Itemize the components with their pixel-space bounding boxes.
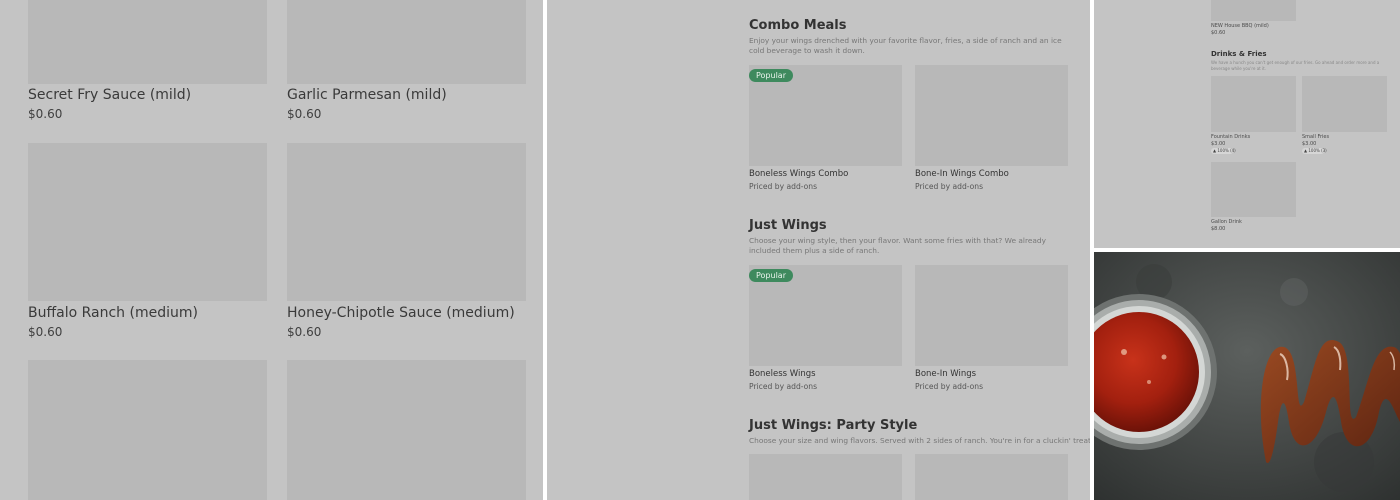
item-title[interactable]: Buffalo Ranch (medium) bbox=[28, 305, 198, 321]
sauce-photo-image bbox=[1094, 252, 1400, 500]
drinks-menu-panel: NEW House BBQ (mild) $0.60 Drinks & Frie… bbox=[1094, 0, 1400, 248]
item-title[interactable]: Gallon Drink bbox=[1211, 219, 1242, 225]
item-subtitle: Priced by add-ons bbox=[749, 182, 818, 191]
item-image[interactable] bbox=[28, 0, 267, 84]
item-price: $0.60 bbox=[1211, 30, 1226, 36]
item-image[interactable] bbox=[1211, 76, 1296, 132]
item-title[interactable]: NEW House BBQ (mild) bbox=[1211, 23, 1269, 29]
item-title[interactable]: Honey-Chipotle Sauce (medium) bbox=[287, 305, 515, 321]
item-image[interactable] bbox=[915, 265, 1068, 366]
item-title[interactable]: Boneless Wings bbox=[749, 369, 816, 379]
section-title: Just Wings bbox=[749, 218, 827, 233]
item-title[interactable]: Garlic Parmesan (mild) bbox=[287, 87, 447, 103]
item-title[interactable]: Fountain Drinks bbox=[1211, 134, 1250, 140]
thumbs-up-icon: ▲ bbox=[1213, 148, 1217, 153]
item-price: $0.60 bbox=[287, 325, 322, 339]
rating-badge: ▲ 100% (4) bbox=[1211, 148, 1236, 154]
item-price: $8.00 bbox=[1211, 226, 1226, 232]
item-title[interactable]: Boneless Wings Combo bbox=[749, 169, 848, 179]
section-title: Just Wings: Party Style bbox=[749, 418, 918, 433]
item-image[interactable] bbox=[1211, 162, 1296, 217]
item-image[interactable] bbox=[28, 360, 267, 500]
section-description: Enjoy your wings drenched with your favo… bbox=[749, 36, 1062, 55]
item-image[interactable] bbox=[287, 0, 526, 84]
item-image[interactable] bbox=[915, 65, 1068, 166]
item-price: $3.00 bbox=[1302, 141, 1317, 147]
sauce-menu-panel: Secret Fry Sauce (mild) $0.60 Garlic Par… bbox=[0, 0, 543, 500]
popular-badge: Popular bbox=[749, 269, 793, 282]
item-image[interactable] bbox=[915, 454, 1068, 500]
section-title: Drinks & Fries bbox=[1211, 50, 1267, 58]
thumbs-up-icon: ▲ bbox=[1304, 148, 1308, 153]
item-price: $0.60 bbox=[28, 325, 63, 339]
item-price: $0.60 bbox=[28, 107, 63, 121]
section-title: Combo Meals bbox=[749, 18, 847, 33]
section-description: We have a hunch you can't get enough of … bbox=[1211, 60, 1380, 71]
item-title[interactable]: Secret Fry Sauce (mild) bbox=[28, 87, 191, 103]
item-image[interactable] bbox=[28, 143, 267, 301]
item-image[interactable] bbox=[749, 454, 902, 500]
item-price: $0.60 bbox=[287, 107, 322, 121]
item-subtitle: Priced by add-ons bbox=[915, 382, 984, 391]
item-image[interactable] bbox=[287, 143, 526, 301]
section-description: Choose your size and wing flavors. Serve… bbox=[749, 436, 1090, 445]
item-subtitle: Priced by add-ons bbox=[749, 382, 818, 391]
section-description: Choose your wing style, then your flavor… bbox=[749, 236, 1046, 255]
item-title[interactable]: Bone-In Wings Combo bbox=[915, 169, 1009, 179]
item-title[interactable]: Small Fries bbox=[1302, 134, 1329, 140]
rating-badge: ▲ 100% (3) bbox=[1302, 148, 1327, 154]
item-title[interactable]: Bone-In Wings bbox=[915, 369, 976, 379]
item-image[interactable] bbox=[1211, 0, 1296, 21]
item-subtitle: Priced by add-ons bbox=[915, 182, 984, 191]
item-image[interactable] bbox=[1302, 76, 1387, 132]
sauce-cup-illustration bbox=[1094, 252, 1400, 500]
item-image[interactable] bbox=[287, 360, 526, 500]
wings-menu-panel: Combo Meals Enjoy your wings drenched wi… bbox=[547, 0, 1090, 500]
popular-badge: Popular bbox=[749, 69, 793, 82]
item-price: $3.00 bbox=[1211, 141, 1226, 147]
